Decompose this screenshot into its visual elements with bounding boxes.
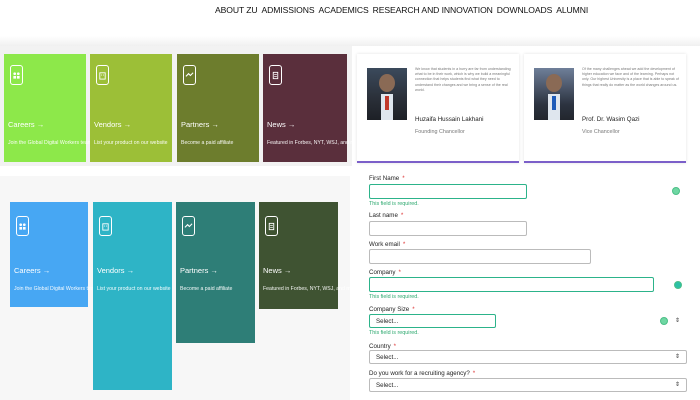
first-name-label: First Name * [369, 175, 405, 182]
building-icon [99, 216, 112, 236]
profile-name: Huzaifa Hussain Lakhani [415, 116, 484, 123]
profile-role: Founding Chancellor [415, 129, 465, 135]
tile-vendors-lower[interactable]: Vendors → List your product on our websi… [93, 202, 172, 390]
nav-links: ABOUT ZU ADMISSIONS ACADEMICS RESEARCH A… [215, 5, 588, 15]
tile-news-upper[interactable]: News → Featured in Forbes, NYT, WSJ, and… [263, 54, 362, 162]
profile-name: Prof. Dr. Wasim Qazi [582, 116, 640, 123]
tile-title: Vendors → [94, 120, 132, 129]
company-size-label: Company Size * [369, 306, 415, 313]
team-icon [16, 216, 29, 236]
recruiting-label: Do you work for a recruiting agency? * [369, 370, 476, 377]
tile-description: List your product on our website [97, 286, 171, 292]
tile-description: Become a paid affiliate [181, 140, 234, 146]
country-label: Country * [369, 343, 397, 350]
tile-title: News → [267, 120, 296, 129]
nav-downloads[interactable]: DOWNLOADS [497, 5, 553, 15]
sort-arrows-icon: ⇕ [675, 318, 681, 324]
chevron-updown-icon: ⇕ [674, 382, 680, 388]
profile-role: Vice Chancellor [582, 129, 620, 135]
recruiting-select[interactable]: Select... ⇕ [369, 378, 687, 392]
contact-form: First Name * This field is required. Last… [352, 166, 700, 400]
tile-title: Partners → [180, 266, 218, 275]
company-size-select[interactable]: Select... [369, 314, 496, 328]
tile-news-lower[interactable]: News → Featured in Forbes, NYT, WSJ, and… [259, 202, 358, 309]
first-name-error: This field is required. [369, 201, 419, 207]
last-name-input[interactable] [369, 221, 527, 236]
tile-vendors-upper[interactable]: Vendors → List your product on our websi… [90, 54, 172, 162]
tile-title: Partners → [181, 120, 219, 129]
founder-photo [367, 68, 407, 120]
company-size-error: This field is required. [369, 330, 419, 336]
chevron-updown-icon: ⇕ [674, 354, 680, 360]
country-select[interactable]: Select... ⇕ [369, 350, 687, 364]
tile-title: News → [263, 266, 292, 275]
hero-divider-band [0, 36, 700, 46]
first-name-input[interactable] [369, 184, 527, 199]
profile-card-founder: We know that students in a hurry are far… [357, 54, 519, 163]
vc-photo [534, 68, 574, 120]
field-status-icon [660, 317, 668, 325]
tile-description: Featured in Forbes, NYT, WSJ, and more [263, 286, 359, 292]
building-icon [96, 65, 109, 85]
field-status-icon [674, 281, 682, 289]
profile-quote: Of the many challenges ahead we add the … [582, 67, 679, 87]
tile-careers-lower[interactable]: Careers → Join the Global Digital Worker… [10, 202, 119, 307]
document-icon [269, 65, 282, 85]
last-name-label: Last name * [369, 212, 404, 219]
tile-partners-lower[interactable]: Partners → Become a paid affiliate [176, 202, 255, 343]
tile-description: Become a paid affiliate [180, 286, 233, 292]
tile-careers-upper[interactable]: Careers → Join the Global Digital Worker… [4, 54, 119, 162]
nav-about[interactable]: ABOUT ZU [215, 5, 258, 15]
top-navigation: ABOUT ZU ADMISSIONS ACADEMICS RESEARCH A… [0, 0, 700, 26]
tile-title: Careers → [14, 266, 51, 275]
profile-card-vc: Of the many challenges ahead we add the … [524, 54, 686, 163]
company-error: This field is required. [369, 294, 419, 300]
handshake-icon [182, 216, 195, 236]
tile-title: Careers → [8, 120, 45, 129]
nav-academics[interactable]: ACADEMICS [318, 5, 368, 15]
document-icon [265, 216, 278, 236]
company-label: Company * [369, 269, 401, 276]
nav-admissions[interactable]: ADMISSIONS [262, 5, 315, 15]
tile-description: Featured in Forbes, NYT, WSJ, and more [267, 140, 363, 146]
field-status-icon [672, 187, 680, 195]
handshake-icon [183, 65, 196, 85]
profile-quote: We know that students in a hurry are far… [415, 67, 511, 92]
work-email-label: Work email * [369, 241, 406, 248]
nav-research[interactable]: RESEARCH AND INNOVATION [373, 5, 493, 15]
work-email-input[interactable] [369, 249, 591, 264]
tile-title: Vendors → [97, 266, 135, 275]
tile-description: List your product on our website [94, 140, 168, 146]
company-input[interactable] [369, 277, 654, 292]
tile-partners-upper[interactable]: Partners → Become a paid affiliate [177, 54, 259, 162]
nav-alumni[interactable]: ALUMNI [556, 5, 588, 15]
team-icon [10, 65, 23, 85]
